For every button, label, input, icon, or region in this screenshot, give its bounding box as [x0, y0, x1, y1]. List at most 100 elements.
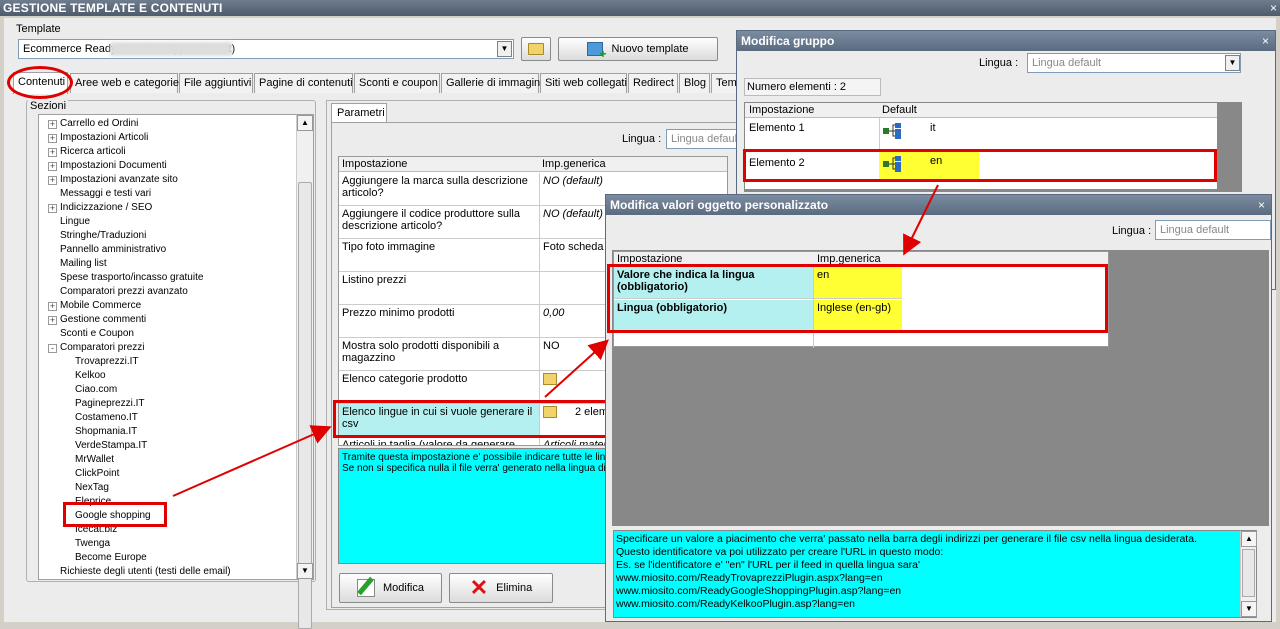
expand-icon[interactable]: +: [48, 316, 57, 325]
group-close-icon[interactable]: ×: [1262, 34, 1269, 48]
tree-subitem[interactable]: Trovaprezzi.IT: [75, 355, 139, 369]
tab-redirect[interactable]: Redirect: [628, 73, 678, 93]
tree-subitem[interactable]: Pagineprezzi.IT: [75, 397, 144, 411]
tree-subitem[interactable]: Twenga: [75, 537, 110, 551]
tree-subitem[interactable]: Become Europe: [75, 551, 147, 565]
tree-item[interactable]: Ricerca articoli: [60, 145, 126, 159]
folder-icon: [528, 43, 544, 55]
tree-subitem[interactable]: Kelkoo: [75, 369, 106, 383]
values-description: Specificare un valore a piacimento che v…: [613, 530, 1257, 618]
scroll-down-icon[interactable]: ▼: [297, 563, 313, 579]
folder-icon[interactable]: [543, 373, 557, 385]
tree-scrollbar[interactable]: ▲ ▼: [296, 115, 313, 629]
description-line: www.miosito.com/ReadyGoogleShoppingPlugi…: [616, 585, 902, 597]
description-line: www.miosito.com/ReadyKelkooPlugin.asp?la…: [616, 598, 856, 610]
tab-gallerie[interactable]: Gallerie di immagini: [441, 73, 543, 93]
expand-icon[interactable]: -: [48, 344, 57, 353]
scroll-up-icon[interactable]: ▲: [1241, 531, 1257, 547]
tab-siti-web[interactable]: Siti web collegati: [540, 73, 627, 93]
group-dialog-title: Modifica gruppo: [737, 31, 1275, 51]
tab-tem[interactable]: Tem: [711, 73, 739, 93]
tab-blog[interactable]: Blog: [679, 73, 710, 93]
tree-item[interactable]: Mobile Commerce: [60, 299, 141, 313]
tab-aree-web[interactable]: Aree web e categorie: [70, 73, 179, 93]
params-col-value: Imp.generica: [542, 158, 606, 170]
expand-icon[interactable]: +: [48, 162, 57, 171]
new-template-label: Nuovo template: [611, 43, 689, 55]
tree-item[interactable]: Carrello ed Ordini: [60, 117, 138, 131]
tree-item[interactable]: Messaggi e testi vari: [60, 187, 151, 201]
desc-scrollbar[interactable]: ▲ ▼: [1240, 531, 1257, 617]
tree-scroll-thumb[interactable]: [298, 182, 312, 629]
new-template-button[interactable]: + Nuovo template: [558, 37, 718, 61]
template-select[interactable]: Ecommerce Ready Pro d .readyprodemo.it): [18, 39, 514, 59]
group-count: Numero elementi : 2: [744, 78, 881, 96]
group-col-default: Default: [882, 104, 917, 116]
scroll-down-icon[interactable]: ▼: [1241, 601, 1257, 617]
values-grid[interactable]: Impostazione Imp.generica Valore che ind…: [613, 251, 1109, 348]
open-folder-button[interactable]: [521, 37, 551, 61]
tree-subitem[interactable]: ClickPoint: [75, 467, 119, 481]
tree-item[interactable]: Richieste degli utenti (testi delle emai…: [60, 565, 231, 579]
expand-icon[interactable]: +: [48, 204, 57, 213]
params-lingua-select[interactable]: Lingua default: [666, 129, 742, 149]
tree-subitem[interactable]: Costameno.IT: [75, 411, 138, 425]
expand-icon[interactable]: +: [48, 134, 57, 143]
scroll-up-icon[interactable]: ▲: [297, 115, 313, 131]
group-lingua-select[interactable]: Lingua default: [1027, 53, 1241, 73]
tree-item[interactable]: Sconti e Coupon: [60, 327, 134, 341]
expand-icon[interactable]: +: [48, 148, 57, 157]
tree-subitem[interactable]: MrWallet: [75, 453, 114, 467]
tab-file-aggiuntivi[interactable]: File aggiuntivi: [179, 73, 253, 93]
template-label: Template: [16, 23, 61, 35]
params-row-value: NO (default): [543, 175, 603, 187]
params-row-value: NO: [543, 340, 560, 352]
tree-subitem[interactable]: Icecat.biz: [75, 523, 117, 537]
group-chevron-down-icon[interactable]: ▼: [1225, 55, 1240, 71]
expand-icon[interactable]: +: [48, 302, 57, 311]
values-row-2-value[interactable]: Inglese (en-gb): [814, 300, 902, 333]
group-grid[interactable]: Impostazione Default Elemento 1 it Eleme…: [745, 103, 1217, 189]
values-row-1-value[interactable]: en: [814, 266, 902, 299]
tree-item[interactable]: Indicizzazione / SEO: [60, 201, 152, 215]
tree-item[interactable]: Impostazioni Documenti: [60, 159, 167, 173]
params-row-setting: Elenco lingue in cui si vuole generare i…: [342, 406, 533, 430]
chevron-down-icon[interactable]: ▼: [497, 41, 512, 57]
tree-item[interactable]: Mailing list: [60, 257, 107, 271]
tree-subitem[interactable]: Shopmania.IT: [75, 425, 137, 439]
tree-item[interactable]: Gestione commenti: [60, 313, 146, 327]
blurred-domain: [110, 42, 232, 56]
tree-subitem[interactable]: Google shopping: [75, 509, 151, 523]
tree-subitem[interactable]: NexTag: [75, 481, 109, 495]
tree-subitem[interactable]: Eleprice: [75, 495, 111, 509]
tree-item[interactable]: Spese trasporto/incasso gratuite: [60, 271, 203, 285]
delete-button[interactable]: ✕ Elimina: [449, 573, 553, 603]
tree-item[interactable]: Stringhe/Traduzioni: [60, 229, 146, 243]
tree-item[interactable]: Comparatori prezzi: [60, 341, 144, 355]
modify-button[interactable]: Modifica: [339, 573, 442, 603]
tree-subitem[interactable]: Ciao.com: [75, 383, 117, 397]
expand-icon[interactable]: +: [48, 176, 57, 185]
folder-icon[interactable]: [543, 406, 557, 418]
tree-item[interactable]: Pannello amministrativo: [60, 243, 166, 257]
values-close-icon[interactable]: ×: [1258, 198, 1265, 212]
values-lingua-select[interactable]: Lingua default: [1155, 220, 1271, 240]
tab-sconti-coupon[interactable]: Sconti e coupon: [354, 73, 440, 93]
window-close-icon[interactable]: ×: [1270, 0, 1277, 16]
expand-icon[interactable]: +: [48, 120, 57, 129]
tab-parametri[interactable]: Parametri: [331, 103, 387, 123]
tab-pagine-contenuti[interactable]: Pagine di contenuti: [254, 73, 353, 93]
tree-item[interactable]: Comparatori prezzi avanzato: [60, 285, 188, 299]
tree-item[interactable]: Impostazioni avanzate sito: [60, 173, 178, 187]
tree-item[interactable]: Impostazioni Articoli: [60, 131, 148, 145]
description-line: Questo identificatore va poi utilizzato …: [616, 546, 944, 558]
sections-label: Sezioni: [28, 100, 69, 112]
group-row-2[interactable]: Elemento 2 en: [745, 150, 1217, 182]
highlight-ellipse: [7, 66, 73, 99]
group-row-1[interactable]: Elemento 1 it: [745, 118, 1217, 150]
params-row-value: NO (default): [543, 208, 603, 220]
tree-item[interactable]: Lingue: [60, 215, 90, 229]
tree-subitem[interactable]: VerdeStampa.IT: [75, 439, 147, 453]
desc-scroll-thumb[interactable]: [1242, 549, 1255, 597]
description-line: Es. se l'identificatore e' "en" l'URL pe…: [616, 559, 920, 571]
